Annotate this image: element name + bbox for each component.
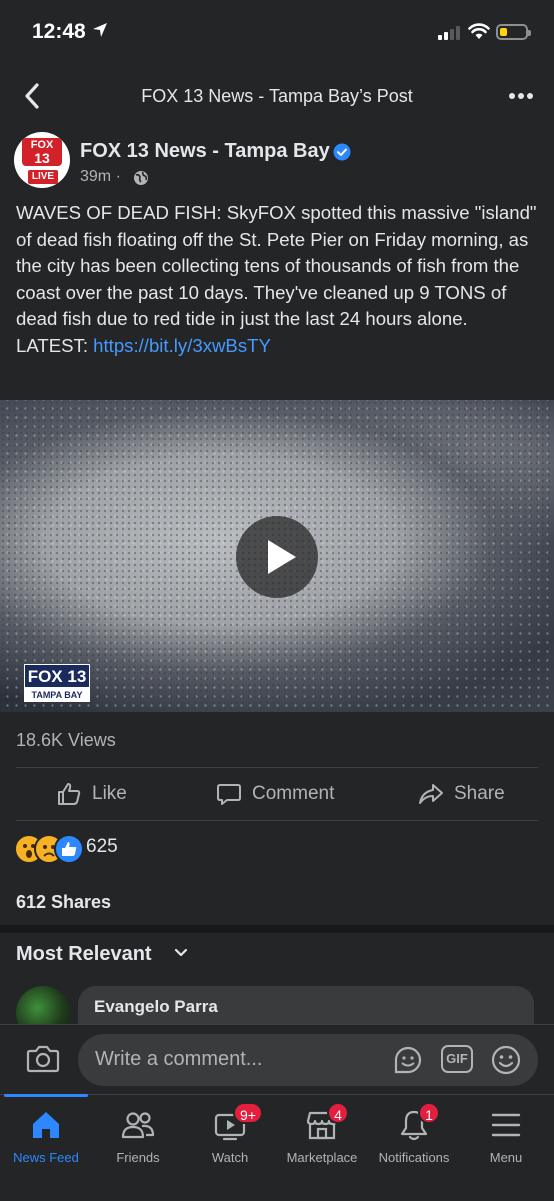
like-button[interactable]: Like [56, 768, 127, 820]
comment-label: Comment [252, 783, 335, 804]
post-link[interactable]: https://bit.ly/3xwBsTY [93, 335, 271, 356]
reaction-count[interactable]: 625 [86, 836, 118, 858]
friends-icon [121, 1112, 155, 1139]
comment-bubble-icon [217, 784, 241, 805]
post-header: FOX 13 LIVE FOX 13 News - Tampa Bay 39m · [0, 132, 554, 194]
share-count[interactable]: 612 Shares [16, 892, 111, 913]
verified-badge-icon [333, 143, 351, 161]
meta-separator: · [115, 168, 121, 185]
share-arrow-icon [419, 784, 443, 804]
comment-placeholder[interactable]: Write a comment... [95, 1048, 262, 1071]
tab-menu[interactable]: Menu [460, 1104, 552, 1174]
comment-button[interactable]: Comment [216, 768, 334, 820]
tab-news-feed[interactable]: News Feed [0, 1104, 92, 1174]
tab-label: Menu [489, 1150, 523, 1165]
cellular-signal-icon [438, 26, 460, 40]
location-arrow-icon [93, 23, 107, 37]
like-reaction-icon [54, 834, 84, 864]
section-separator [0, 925, 554, 933]
nav-title: FOX 13 News - Tampa Bay’s Post [141, 86, 413, 106]
commenter-name[interactable]: Evangelo Parra [94, 997, 218, 1017]
view-count[interactable]: 18.6K Views [16, 730, 116, 751]
post-actions: Like Comment Share [0, 768, 554, 820]
status-bar: 12:48 [0, 0, 554, 64]
page-avatar[interactable]: FOX 13 LIVE [14, 132, 70, 188]
post-body: WAVES OF DEAD FISH: SkyFOX spotted this … [16, 200, 540, 359]
tab-friends[interactable]: Friends [92, 1104, 184, 1174]
notifications-badge: 1 [418, 1102, 440, 1124]
tab-notifications[interactable]: Notifications [368, 1104, 460, 1174]
live-badge: LIVE [28, 170, 58, 184]
divider [16, 820, 538, 821]
emoji-icon[interactable] [490, 1044, 522, 1076]
watermark-fox13: FOX 13 [24, 664, 90, 688]
more-options-icon[interactable] [508, 92, 534, 100]
video-watermark: FOX 13 TAMPA BAY [24, 664, 90, 704]
like-label: Like [92, 783, 127, 804]
tab-label: Notifications [378, 1150, 450, 1165]
page-name[interactable]: FOX 13 News - Tampa Bay [80, 140, 330, 163]
watermark-tampa-bay: TAMPA BAY [24, 688, 90, 702]
post-meta: 39m · [80, 168, 121, 186]
tab-label: Friends [116, 1150, 160, 1165]
logo-line2: 13 [34, 150, 50, 166]
share-label: Share [454, 783, 505, 804]
tab-marketplace[interactable]: Marketplace [276, 1104, 368, 1174]
sticker-icon[interactable] [392, 1044, 424, 1076]
tab-label: News Feed [13, 1150, 79, 1165]
globe-icon [134, 171, 148, 185]
comment-sort-label[interactable]: Most Relevant [16, 943, 152, 966]
thumbs-up-icon [58, 783, 81, 805]
gif-button[interactable]: GIF [441, 1045, 473, 1073]
status-time: 12:48 [32, 20, 86, 43]
share-button[interactable]: Share [418, 768, 505, 820]
post-body-text: WAVES OF DEAD FISH: SkyFOX spotted this … [16, 202, 537, 356]
watch-badge: 9+ [233, 1102, 263, 1124]
home-icon [33, 1112, 59, 1138]
tab-label: Watch [211, 1150, 249, 1165]
marketplace-badge: 4 [327, 1102, 349, 1124]
post-time: 39m [80, 168, 112, 185]
battery-icon [496, 24, 531, 40]
tab-label: Marketplace [286, 1150, 358, 1165]
fox13-logo: FOX 13 [22, 138, 62, 166]
play-button[interactable] [236, 516, 318, 598]
chevron-down-icon[interactable] [174, 948, 188, 958]
top-nav: FOX 13 News - Tampa Bay’s Post [0, 64, 554, 128]
battery-level [500, 28, 507, 36]
camera-icon[interactable] [26, 1044, 60, 1074]
wifi-icon [468, 23, 490, 39]
active-tab-indicator [4, 1094, 88, 1097]
hamburger-icon [491, 1113, 521, 1137]
